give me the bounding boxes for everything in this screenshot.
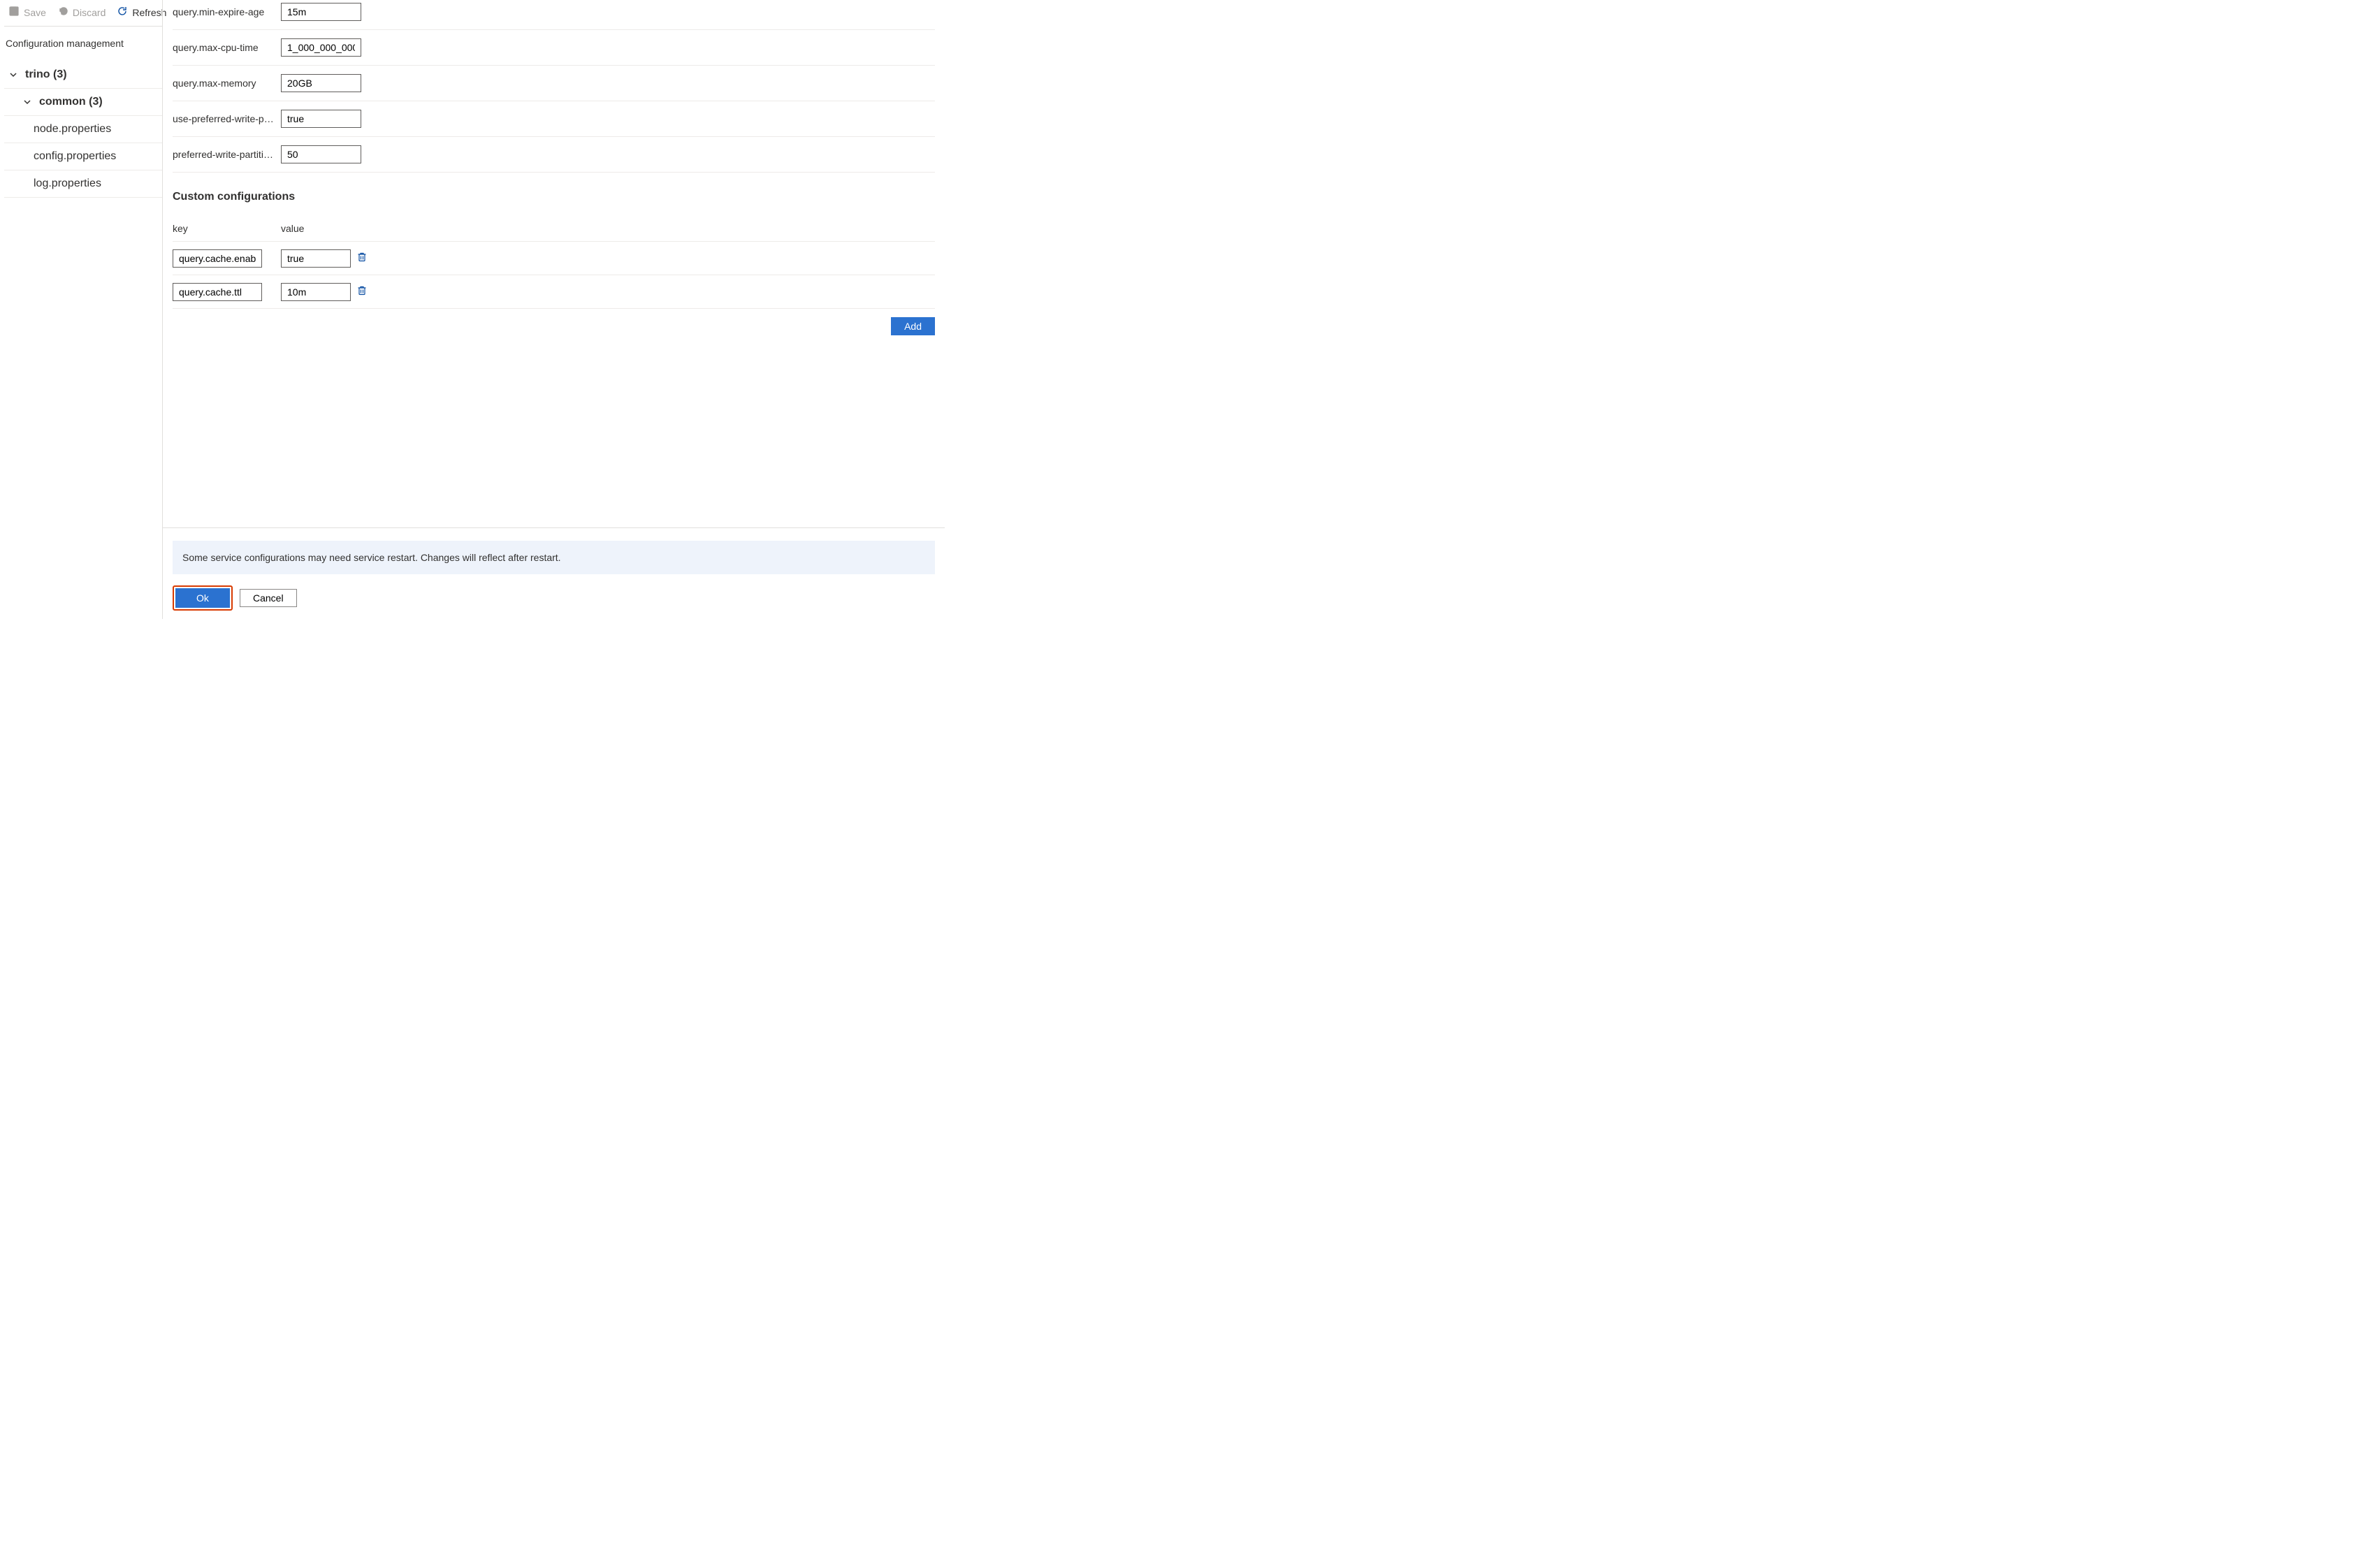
tree-label: common (3)	[39, 96, 103, 108]
config-row: query.max-memory	[173, 66, 935, 101]
config-value-input[interactable]	[281, 145, 361, 163]
config-scroll[interactable]: query.min-expire-age query.max-cpu-time …	[163, 0, 945, 527]
undo-icon	[57, 6, 68, 19]
right-panel: query.min-expire-age query.max-cpu-time …	[162, 0, 945, 619]
config-value-input[interactable]	[281, 74, 361, 92]
trash-icon	[356, 252, 368, 265]
toolbar: Save Discard Refresh	[4, 3, 162, 27]
custom-config-heading: Custom configurations	[173, 173, 935, 216]
chevron-down-icon	[8, 70, 18, 80]
custom-key-input[interactable]	[173, 283, 262, 301]
cancel-button[interactable]: Cancel	[240, 589, 297, 607]
custom-config-row	[173, 275, 935, 309]
config-key: use-preferred-write-partitioning	[173, 113, 281, 124]
config-key: query.min-expire-age	[173, 6, 281, 17]
config-row: query.max-cpu-time	[173, 30, 935, 66]
key-column-header: key	[173, 223, 281, 234]
config-value-input[interactable]	[281, 3, 361, 21]
config-key: query.max-memory	[173, 78, 281, 89]
tree-leaf-node-properties[interactable]: node.properties	[4, 116, 162, 143]
config-value-input[interactable]	[281, 110, 361, 128]
tree-node-trino[interactable]: trino (3)	[4, 61, 162, 89]
footer: Some service configurations may need ser…	[163, 527, 945, 619]
tree-leaf-config-properties[interactable]: config.properties	[4, 143, 162, 170]
add-row-container: Add	[173, 309, 935, 344]
config-row: query.min-expire-age	[173, 0, 935, 30]
chevron-down-icon	[22, 97, 32, 107]
left-panel: Save Discard Refresh Configuration manag…	[0, 0, 162, 619]
config-tree: trino (3) common (3) node.properties con…	[4, 59, 162, 198]
config-value-input[interactable]	[281, 38, 361, 57]
value-column-header: value	[281, 223, 935, 234]
save-button[interactable]: Save	[4, 4, 50, 20]
custom-config-row	[173, 242, 935, 275]
tree-label: config.properties	[34, 150, 116, 163]
tree-label: trino (3)	[25, 68, 67, 81]
tree-label: node.properties	[34, 123, 111, 136]
discard-button[interactable]: Discard	[53, 4, 110, 20]
add-button[interactable]: Add	[891, 317, 935, 335]
section-title: Configuration management	[4, 27, 162, 59]
save-icon	[8, 6, 20, 19]
config-key: preferred-write-partitioning-min-num…	[173, 149, 281, 160]
custom-value-input[interactable]	[281, 249, 351, 268]
refresh-icon	[117, 6, 128, 19]
save-label: Save	[24, 7, 46, 18]
info-banner: Some service configurations may need ser…	[173, 541, 935, 574]
ok-button[interactable]: Ok	[175, 588, 230, 608]
config-row: use-preferred-write-partitioning	[173, 101, 935, 137]
tree-leaf-log-properties[interactable]: log.properties	[4, 170, 162, 198]
config-key: query.max-cpu-time	[173, 42, 281, 53]
delete-row-button[interactable]	[354, 249, 370, 268]
custom-value-input[interactable]	[281, 283, 351, 301]
tree-label: log.properties	[34, 177, 101, 190]
tree-node-common[interactable]: common (3)	[4, 89, 162, 116]
trash-icon	[356, 285, 368, 298]
custom-config-header: key value	[173, 216, 935, 242]
config-row: preferred-write-partitioning-min-num…	[173, 137, 935, 173]
discard-label: Discard	[73, 7, 106, 18]
footer-actions: Ok Cancel	[173, 585, 935, 611]
delete-row-button[interactable]	[354, 282, 370, 301]
ok-highlight: Ok	[173, 585, 233, 611]
custom-key-input[interactable]	[173, 249, 262, 268]
